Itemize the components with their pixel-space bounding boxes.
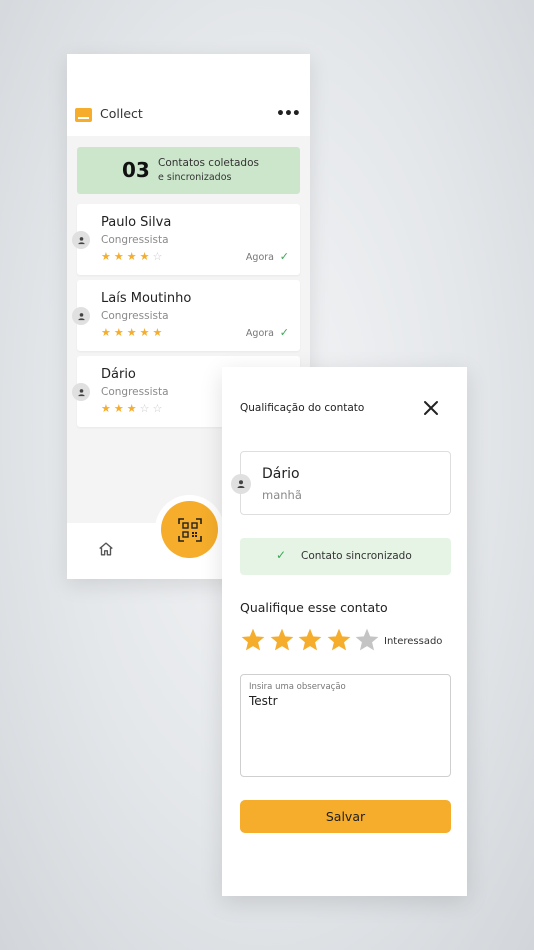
star-icon: ★ (113, 326, 127, 339)
contact-name: Paulo Silva (101, 215, 172, 230)
contact-card[interactable]: Paulo Silva Congressista ★★★★☆ Agora ✓ (72, 204, 300, 275)
star-icon: ★ (139, 250, 153, 263)
qualify-contact-screen: Qualificação do contato Dário manhã ✓ Co… (222, 367, 467, 896)
star-icon: ☆ (152, 250, 166, 263)
contact-subtitle: manhã (262, 488, 302, 502)
check-icon: ✓ (279, 326, 289, 339)
avatar-icon (72, 307, 90, 325)
contact-role: Congressista (101, 386, 169, 398)
contact-role: Congressista (101, 234, 169, 246)
star-icon-5[interactable] (354, 627, 380, 653)
contact-summary-card: Dário manhã (231, 451, 451, 515)
app-header: Collect ••• (67, 54, 310, 136)
star-icon: ★ (139, 326, 153, 339)
star-icon: ★ (126, 326, 140, 339)
sync-time: Agora (245, 252, 274, 263)
summary-line1: Contatos coletados (158, 157, 259, 169)
avatar-icon (72, 231, 90, 249)
rating-label: Interessado (384, 636, 443, 647)
sync-status-text: Contato sincronizado (301, 550, 412, 562)
star-icon-2[interactable] (269, 627, 295, 653)
contact-role: Congressista (101, 310, 169, 322)
observation-label: Insira uma observação (249, 682, 346, 692)
sync-status-banner: ✓ Contato sincronizado (240, 538, 451, 575)
rating-stars: ★★★★★ (101, 326, 165, 339)
sync-summary-banner: 03 Contatos coletados e sincronizados (77, 147, 300, 194)
star-icon: ★ (152, 326, 166, 339)
more-horizontal-icon[interactable]: ••• (276, 105, 301, 123)
avatar-icon (72, 383, 90, 401)
screen-title: Qualificação do contato (240, 402, 365, 414)
close-icon[interactable] (422, 399, 440, 417)
check-icon: ✓ (276, 548, 287, 562)
contact-card[interactable]: Laís Moutinho Congressista ★★★★★ Agora ✓ (72, 280, 300, 351)
collect-logo-icon (75, 108, 92, 122)
app-title: Collect (100, 106, 143, 121)
scan-qr-button[interactable] (161, 501, 218, 558)
star-icon: ☆ (152, 402, 166, 415)
home-icon[interactable] (97, 540, 115, 558)
star-icon: ★ (126, 402, 140, 415)
rating-stars: ★★★☆☆ (101, 402, 165, 415)
save-button[interactable]: Salvar (240, 800, 451, 833)
rating-stars: ★★★★☆ (101, 250, 165, 263)
observation-value: Testr (249, 694, 278, 708)
star-icon: ★ (113, 402, 127, 415)
check-icon: ✓ (279, 250, 289, 263)
contact-name: Laís Moutinho (101, 291, 192, 306)
star-icon: ★ (113, 250, 127, 263)
star-icon: ★ (101, 250, 114, 263)
contact-name: Dário (262, 466, 300, 482)
summary-line2: e sincronizados (158, 172, 232, 183)
qualify-heading: Qualifique esse contato (240, 600, 388, 615)
rating-input (240, 627, 383, 657)
star-icon: ★ (101, 326, 114, 339)
observation-textarea[interactable]: Insira uma observação Testr (240, 674, 451, 777)
summary-count: 03 (122, 158, 150, 182)
star-icon-4[interactable] (326, 627, 352, 653)
contact-name: Dário (101, 367, 136, 382)
star-icon-3[interactable] (297, 627, 323, 653)
sync-time: Agora (245, 328, 274, 339)
qr-scan-icon (177, 517, 202, 542)
star-icon-1[interactable] (240, 627, 266, 653)
star-icon: ★ (101, 402, 114, 415)
star-icon: ★ (126, 250, 140, 263)
star-icon: ☆ (139, 402, 153, 415)
avatar-icon (231, 474, 251, 494)
